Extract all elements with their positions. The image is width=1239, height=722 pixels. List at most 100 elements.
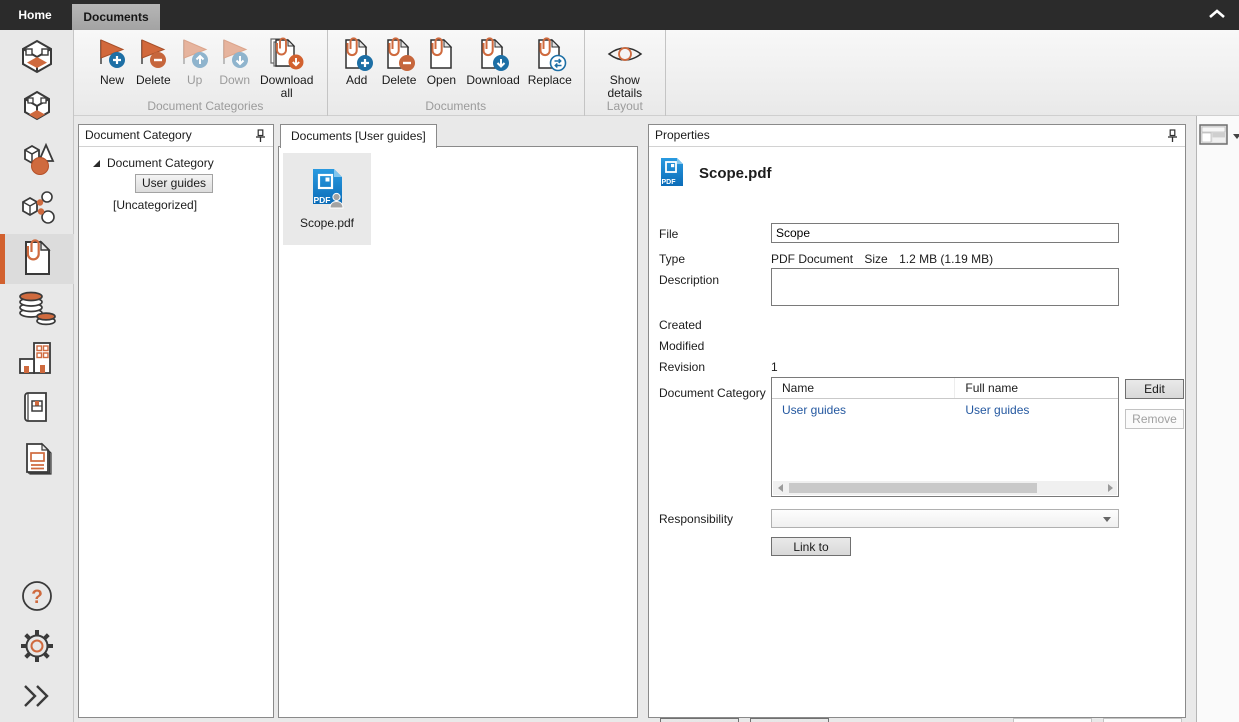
sidebar-item-help[interactable]: ? [0,572,74,622]
flag-down-icon [219,35,251,73]
horizontal-scrollbar[interactable] [773,481,1117,495]
size-value: 1.2 MB (1.19 MB) [899,252,993,266]
gear-icon [17,626,57,669]
sidebar-item-products[interactable] [0,84,74,134]
building-icon [16,339,58,380]
cell-full-name: User guides [955,399,1118,421]
properties-doc-title: Scope.pdf [699,165,772,182]
tree-item-user-guides[interactable]: User guides [135,174,213,193]
ribbon-group-documents: Add Delete [328,30,585,116]
properties-panel: Properties [648,124,1186,718]
tree-root-label: Document Category [107,156,214,170]
sidebar-item-knowledge[interactable] [0,384,74,434]
documents-panel-tab[interactable]: Documents [User guides] [280,124,437,148]
category-tree: Document Category User guides [Uncategor… [79,147,273,212]
show-details-button[interactable]: Show details [593,34,657,101]
layout-selector-button[interactable] [1199,124,1239,149]
panel-title: Properties [655,128,710,142]
download-document-button[interactable]: Download [462,34,523,88]
chevron-down-icon [1103,517,1111,522]
scrollbar-thumb[interactable] [789,483,1037,493]
ribbon-button-label: Down [219,74,250,87]
sidebar-item-shapes[interactable] [0,134,74,184]
document-item-label: Scope.pdf [300,216,354,230]
sidebar-item-organization[interactable] [0,334,74,384]
collapse-ribbon-button[interactable] [1203,4,1231,26]
responsibility-select[interactable] [771,509,1119,528]
panel-title: Document Category [85,128,192,142]
pdf-file-icon: PDF [309,167,345,212]
ribbon-group-label: Documents [328,99,584,113]
move-up-category-button[interactable]: Up [175,34,215,88]
modified-label: Modified [659,339,704,353]
delete-category-button[interactable]: Delete [132,34,175,88]
type-value: PDF Document Size 1.2 MB (1.19 MB) [771,252,1119,266]
sidebar-item-reports[interactable] [0,434,74,484]
ribbon-button-label: Delete [136,74,171,87]
ribbon-button-label: Delete [382,74,417,87]
ribbon-button-label: Download all [259,74,315,100]
document-category-label: Document Category [659,386,766,400]
chevron-down-icon [1233,134,1239,139]
remove-button[interactable]: Remove [1125,409,1184,429]
double-chevron-right-icon [19,683,55,712]
open-document-button[interactable]: Open [420,34,462,88]
tree-expander-icon[interactable] [93,160,100,167]
document-category-table: Name Full name User guides User guides [771,377,1119,497]
tree-root-row[interactable]: Document Category [93,156,273,170]
titlebar: Home Documents [0,0,1239,30]
eye-icon [606,35,644,73]
document-item-scope-pdf[interactable]: PDF Scope.pdf [283,153,371,245]
pin-icon[interactable] [255,129,266,150]
move-down-category-button[interactable]: Down [215,34,255,88]
save-as-button[interactable]: Save as [750,718,829,722]
sidebar-item-share[interactable] [0,184,74,234]
created-label: Created [659,318,702,332]
replace-document-button[interactable]: Replace [524,34,576,88]
column-header-full-name[interactable]: Full name [955,378,1118,398]
undo-button[interactable]: Undo [1013,718,1092,722]
delete-document-button[interactable]: Delete [378,34,421,88]
tab-home[interactable]: Home [0,0,70,30]
cell-name: User guides [772,399,955,421]
type-value-text: PDF Document [771,252,853,266]
description-label: Description [659,273,719,287]
sidebar-item-documents[interactable] [0,234,74,284]
file-input[interactable] [771,223,1119,243]
table-row[interactable]: User guides User guides [772,399,1118,421]
column-header-name[interactable]: Name [772,378,955,398]
ribbon-group-layout: Show details Layout [585,30,666,116]
link-to-button[interactable]: Link to [771,537,851,556]
ribbon-button-label: Up [187,74,202,87]
report-stack-icon [19,438,55,481]
svg-text:PDF: PDF [314,195,331,205]
ribbon: New Delete [74,30,1239,116]
documents-panel-body: PDF Scope.pdf [278,146,638,718]
download-all-icon [269,35,305,73]
size-label: Size [864,252,887,266]
open-button[interactable]: Open [660,718,739,722]
sidebar-item-settings[interactable] [0,622,74,672]
ribbon-group-label: Document Categories [84,99,327,113]
edit-button[interactable]: Edit [1125,379,1184,399]
sidebar-item-expand[interactable] [0,672,74,722]
sidebar-item-workspace[interactable] [0,34,74,84]
help-icon: ? [18,577,56,618]
coins-stack-icon [16,288,58,331]
chevron-up-icon [1208,8,1226,23]
properties-panel-header: Properties [649,125,1185,147]
download-all-button[interactable]: Download all [255,34,319,101]
save-button[interactable]: Save [1103,718,1182,722]
description-input[interactable] [771,268,1119,306]
sidebar-item-data[interactable] [0,284,74,334]
add-document-button[interactable]: Add [336,34,378,88]
ribbon-button-label: Replace [528,74,572,87]
tab-documents[interactable]: Documents [72,4,160,30]
flag-delete-icon [137,35,169,73]
share-cube-icon [17,188,57,231]
scroll-right-icon[interactable] [1103,481,1117,495]
tree-item-uncategorized[interactable]: [Uncategorized] [113,198,273,212]
scroll-left-icon[interactable] [773,481,787,495]
ribbon-button-label: Open [427,74,456,87]
new-category-button[interactable]: New [92,34,132,88]
